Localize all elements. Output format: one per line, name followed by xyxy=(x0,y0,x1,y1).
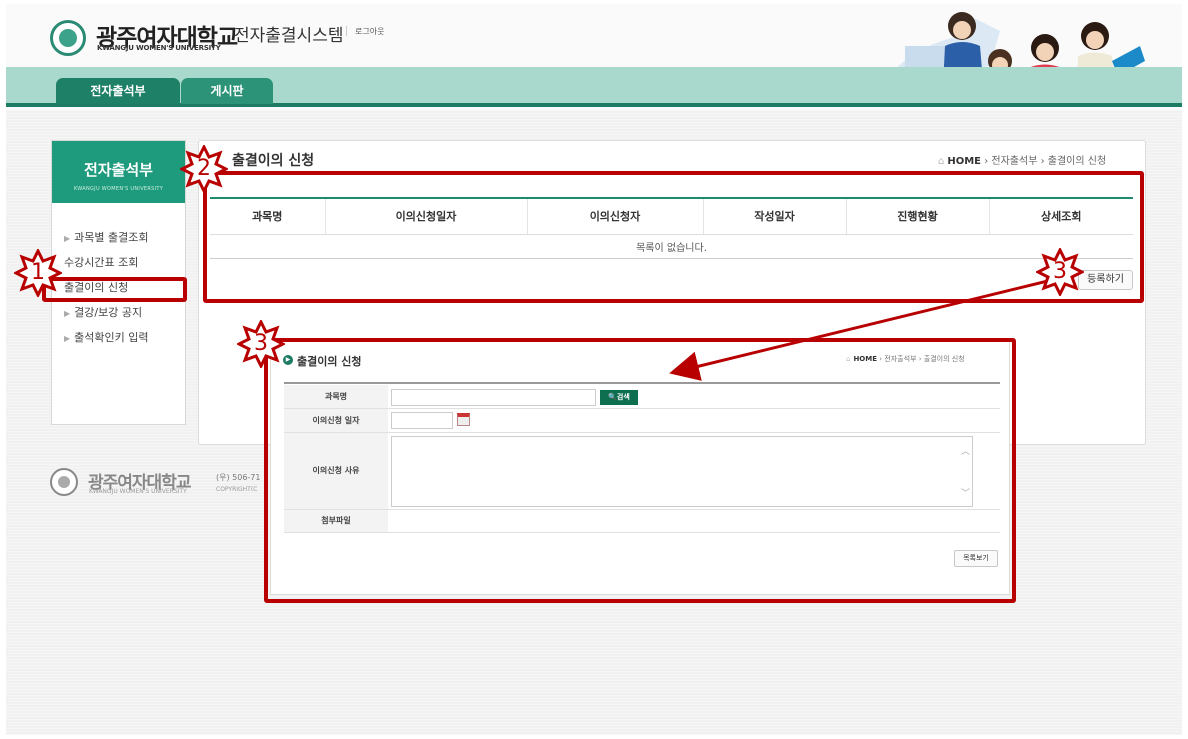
annotation-number: 1 xyxy=(31,260,45,285)
annotation-number: 3 xyxy=(1053,259,1067,284)
annotation-number: 2 xyxy=(197,156,211,181)
annotation-marker-3b: 3 xyxy=(237,320,285,368)
annotation-marker-1: 1 xyxy=(14,249,62,297)
annotation-arrow xyxy=(669,276,1061,381)
annotation-marker-2: 2 xyxy=(180,145,228,193)
annotation-number: 3 xyxy=(254,331,268,356)
annotation-marker-3a: 3 xyxy=(1036,248,1084,296)
